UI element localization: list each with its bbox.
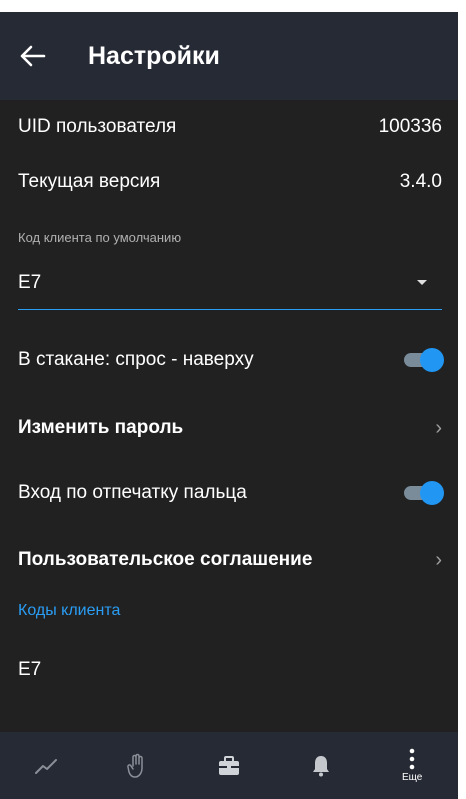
change-password-row[interactable]: Изменить пароль › <box>0 408 458 448</box>
toggle-knob <box>420 481 444 505</box>
chevron-right-icon: › <box>435 548 442 571</box>
orderbook-toggle[interactable] <box>404 348 444 372</box>
user-agreement-row[interactable]: Пользовательское соглашение › <box>0 540 458 580</box>
bell-icon <box>312 755 329 776</box>
arrow-left-icon <box>20 45 46 67</box>
fingerprint-label: Вход по отпечатку пальца <box>18 482 247 503</box>
uid-value: 100336 <box>378 116 442 137</box>
nav-more-label: Еще <box>401 772 423 783</box>
nav-portfolio[interactable] <box>199 736 259 796</box>
fingerprint-row: Вход по отпечатку пальца <box>0 473 458 513</box>
client-code-value: E7 <box>18 271 42 293</box>
version-row: Текущая версия 3.4.0 <box>0 162 458 202</box>
uid-label: UID пользователя <box>18 116 177 137</box>
client-codes-heading: Коды клиента <box>18 602 121 619</box>
orderbook-row: В стакане: спрос - наверху <box>0 340 458 380</box>
nav-more[interactable]: Еще <box>382 736 442 796</box>
chevron-right-icon: › <box>435 416 442 439</box>
chart-line-icon <box>34 758 57 774</box>
app-bar: Настройки <box>0 12 458 100</box>
back-button[interactable] <box>18 41 48 71</box>
user-agreement-label: Пользовательское соглашение <box>18 549 313 570</box>
page-title: Настройки <box>88 41 220 70</box>
bottom-navigation: Еще <box>0 732 458 799</box>
briefcase-icon <box>218 755 239 775</box>
fingerprint-toggle[interactable] <box>404 481 444 505</box>
nav-chart[interactable] <box>16 736 76 796</box>
hand-icon <box>127 753 144 778</box>
version-label: Текущая версия <box>18 171 161 192</box>
orderbook-label: В стакане: спрос - наверху <box>18 349 254 370</box>
nav-notifications[interactable] <box>291 736 351 796</box>
dropdown-arrow-icon <box>417 280 427 285</box>
client-code-item[interactable]: E7 <box>18 659 41 681</box>
nav-hand[interactable] <box>107 736 167 796</box>
change-password-label: Изменить пароль <box>18 417 184 438</box>
uid-row: UID пользователя 100336 <box>0 107 458 147</box>
more-vertical-icon <box>409 748 415 770</box>
settings-screen: Настройки UID пользователя 100336 Текуща… <box>0 12 458 799</box>
version-value: 3.4.0 <box>399 171 442 192</box>
toggle-knob <box>420 348 444 372</box>
client-code-select[interactable]: E7 <box>18 264 442 310</box>
client-code-caption: Код клиента по умолчанию <box>18 230 182 245</box>
